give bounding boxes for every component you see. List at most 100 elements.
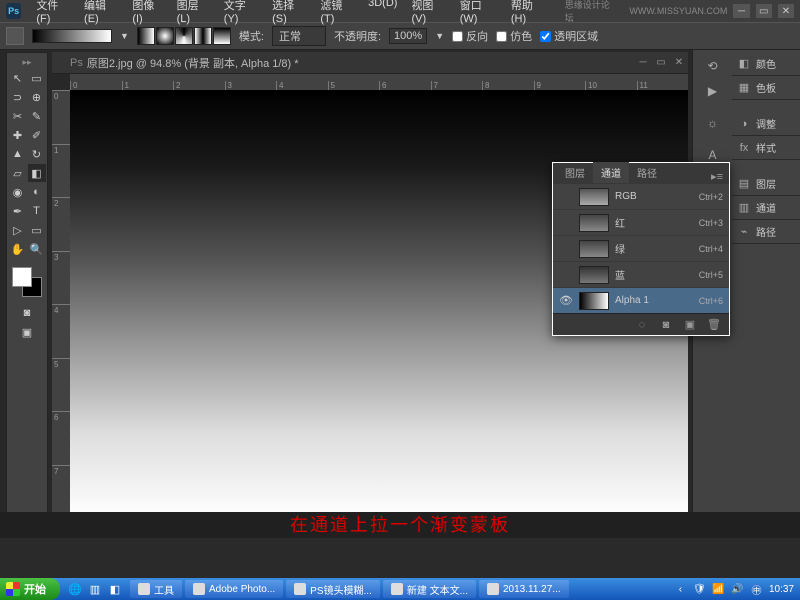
taskbar-item[interactable]: 2013.11.27... — [479, 580, 569, 598]
toolbox-grip-icon[interactable]: ▸▸ — [22, 57, 31, 68]
menu-view[interactable]: 视图(V) — [404, 0, 452, 25]
history-brush-tool[interactable]: ↻ — [28, 145, 46, 163]
tool-preset-icon[interactable] — [6, 27, 24, 45]
blend-mode-select[interactable]: 正常 — [272, 26, 326, 46]
panel-color[interactable]: ◧颜色 — [732, 52, 800, 76]
visibility-icon[interactable] — [559, 216, 573, 230]
tray-ime-icon[interactable]: ㊥ — [750, 583, 763, 596]
brightness-dock-icon[interactable]: ☼ — [693, 111, 732, 135]
history-dock-icon[interactable]: ⟲ — [693, 54, 732, 78]
stamp-tool[interactable]: ▲ — [9, 145, 27, 163]
panel-layers[interactable]: ▤图层 — [732, 172, 800, 196]
radial-gradient-button[interactable] — [156, 27, 174, 45]
menu-3d[interactable]: 3D(D) — [361, 0, 404, 25]
hand-tool[interactable]: ✋ — [9, 240, 27, 258]
horizontal-ruler[interactable]: 01234567891011 — [70, 74, 688, 90]
menu-help[interactable]: 帮助(H) — [504, 0, 553, 25]
panel-swatches[interactable]: ▦色板 — [732, 76, 800, 100]
chevron-down-icon[interactable]: ▼ — [120, 31, 129, 41]
diamond-gradient-button[interactable] — [213, 27, 231, 45]
panel-paths[interactable]: ⌁路径 — [732, 220, 800, 244]
menu-file[interactable]: 文件(F) — [29, 0, 77, 25]
pen-tool[interactable]: ✒ — [9, 202, 27, 220]
load-selection-icon[interactable]: ◌ — [635, 318, 649, 332]
panel-menu-icon[interactable]: ▸≡ — [705, 170, 729, 183]
play-dock-icon[interactable]: ▶ — [693, 79, 732, 103]
path-select-tool[interactable]: ▷ — [9, 221, 27, 239]
menu-window[interactable]: 窗口(W) — [453, 0, 504, 25]
taskbar-item[interactable]: Adobe Photo... — [185, 580, 283, 598]
tab-layers[interactable]: 图层 — [557, 162, 593, 183]
blur-tool[interactable]: ◉ — [9, 183, 27, 201]
delete-channel-icon[interactable]: 🗑 — [707, 318, 721, 332]
visibility-icon[interactable] — [559, 190, 573, 204]
brush-tool[interactable]: ✐ — [28, 126, 46, 144]
taskbar-item[interactable]: 工具 — [130, 580, 182, 598]
menu-image[interactable]: 图像(I) — [125, 0, 169, 25]
menu-select[interactable]: 选择(S) — [265, 0, 313, 25]
visibility-icon[interactable] — [559, 268, 573, 282]
doc-maximize-button[interactable]: ▭ — [652, 56, 670, 70]
linear-gradient-button[interactable] — [137, 27, 155, 45]
dodge-tool[interactable]: ◐ — [28, 183, 46, 201]
ql-app-icon[interactable]: ◧ — [106, 580, 124, 598]
maximize-button[interactable]: ▭ — [756, 4, 772, 18]
taskbar-item[interactable]: PS镜头模糊... — [286, 580, 380, 598]
tab-paths[interactable]: 路径 — [629, 162, 665, 183]
foreground-color-swatch[interactable] — [12, 267, 32, 287]
reflected-gradient-button[interactable] — [194, 27, 212, 45]
menu-filter[interactable]: 滤镜(T) — [313, 0, 361, 25]
tray-volume-icon[interactable]: 🔊 — [731, 583, 744, 596]
tray-shield-icon[interactable]: 🛡 — [693, 583, 706, 596]
channel-row-b[interactable]: 蓝 Ctrl+5 — [553, 261, 729, 287]
doc-close-button[interactable]: ✕ — [670, 56, 688, 70]
angle-gradient-button[interactable] — [175, 27, 193, 45]
tray-clock[interactable]: 10:37 — [769, 584, 794, 595]
tab-channels[interactable]: 通道 — [593, 162, 629, 183]
marquee-tool[interactable]: ▭ — [28, 69, 46, 87]
quick-mask-button[interactable]: ◙ — [18, 304, 36, 322]
opacity-select[interactable]: 100% — [389, 28, 427, 44]
minimize-button[interactable]: ─ — [733, 4, 749, 18]
save-selection-icon[interactable]: ◙ — [659, 318, 673, 332]
close-button[interactable]: ✕ — [778, 4, 794, 18]
tray-expand-icon[interactable]: ‹ — [674, 583, 687, 596]
lasso-tool[interactable]: ⊃ — [9, 88, 27, 106]
menu-type[interactable]: 文字(Y) — [217, 0, 265, 25]
quick-select-tool[interactable]: ⊕ — [28, 88, 46, 106]
start-button[interactable]: 开始 — [0, 578, 60, 600]
channel-row-rgb[interactable]: RGB Ctrl+2 — [553, 183, 729, 209]
shape-tool[interactable]: ▭ — [28, 221, 46, 239]
new-channel-icon[interactable]: ▣ — [683, 318, 697, 332]
healing-tool[interactable]: ✚ — [9, 126, 27, 144]
transparency-checkbox[interactable] — [540, 31, 551, 42]
eyedropper-tool[interactable]: ✎ — [28, 107, 46, 125]
ql-ie-icon[interactable]: 🌐 — [66, 580, 84, 598]
vertical-ruler[interactable]: 01234567 — [52, 90, 70, 518]
menu-edit[interactable]: 编辑(E) — [77, 0, 125, 25]
panel-channels[interactable]: ▥通道 — [732, 196, 800, 220]
zoom-tool[interactable]: 🔍 — [28, 240, 46, 258]
dither-checkbox[interactable] — [496, 31, 507, 42]
tray-network-icon[interactable]: 📶 — [712, 583, 725, 596]
menu-layer[interactable]: 图层(L) — [170, 0, 217, 25]
visibility-icon[interactable]: 👁 — [559, 294, 573, 308]
gradient-tool[interactable]: ◧ — [28, 164, 46, 182]
gradient-preview[interactable] — [32, 29, 112, 43]
move-tool[interactable]: ↖ — [9, 69, 27, 87]
type-tool[interactable]: T — [28, 202, 46, 220]
reverse-checkbox[interactable] — [452, 31, 463, 42]
channels-panel[interactable]: 图层 通道 路径 ▸≡ RGB Ctrl+2 红 Ctrl+3 绿 Ctrl+4… — [552, 162, 730, 336]
screen-mode-button[interactable]: ▣ — [18, 323, 36, 341]
panel-adjustments[interactable]: ◑调整 — [732, 112, 800, 136]
channel-row-r[interactable]: 红 Ctrl+3 — [553, 209, 729, 235]
visibility-icon[interactable] — [559, 242, 573, 256]
taskbar-item[interactable]: 新建 文本文... — [383, 580, 476, 598]
doc-minimize-button[interactable]: ─ — [634, 56, 652, 70]
ql-desktop-icon[interactable]: ▥ — [86, 580, 104, 598]
chevron-down-icon[interactable]: ▼ — [435, 31, 444, 41]
eraser-tool[interactable]: ▱ — [9, 164, 27, 182]
channel-row-alpha[interactable]: 👁 Alpha 1 Ctrl+6 — [553, 287, 729, 313]
channel-row-g[interactable]: 绿 Ctrl+4 — [553, 235, 729, 261]
crop-tool[interactable]: ✂ — [9, 107, 27, 125]
